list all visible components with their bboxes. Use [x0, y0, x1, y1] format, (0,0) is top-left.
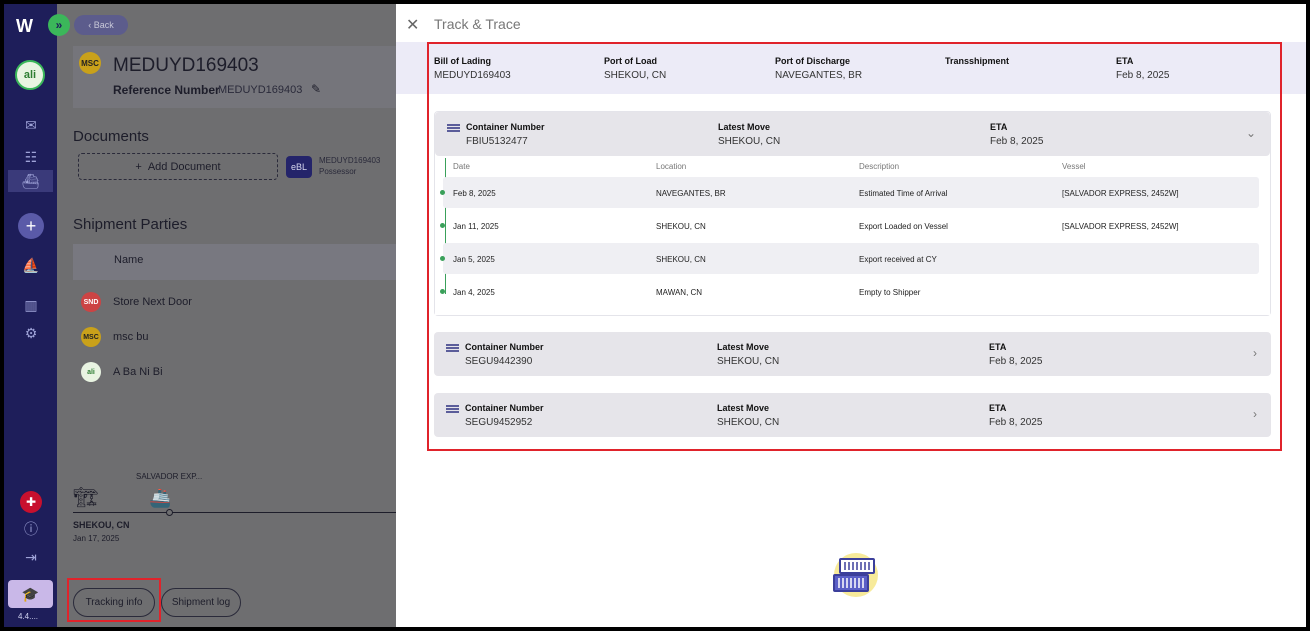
party-avatar: SND: [81, 292, 101, 312]
party-row[interactable]: ali A Ba Ni Bi: [81, 362, 163, 382]
ebl-document-id: MEDUYD169403: [319, 156, 381, 165]
cargo-ship-icon: 🚢: [149, 488, 172, 508]
route-dot: [166, 509, 173, 516]
name-column-header: Name: [114, 254, 144, 266]
close-icon[interactable]: ✕: [406, 15, 419, 35]
ship-icon[interactable]: ⛵: [20, 254, 42, 276]
ebl-role: Possessor: [319, 167, 357, 176]
shipment-log-button[interactable]: Shipment log: [161, 588, 241, 617]
nav-rail: W » ali ✉ ☷ ⛴ + ⛵ ▥ ⚙ ✚ ⓘ ⇥ 🎓 4.4....: [4, 4, 70, 627]
back-label: Back: [93, 20, 114, 30]
school-icon[interactable]: 🎓: [8, 580, 53, 608]
highlight-box-tracking: [67, 578, 161, 622]
logout-icon[interactable]: ⇥: [20, 546, 42, 568]
highlight-box-track-trace: [427, 42, 1282, 451]
app-logo: W: [16, 16, 33, 36]
party-name: A Ba Ni Bi: [113, 366, 163, 378]
route-date: Jan 17, 2025: [73, 534, 120, 543]
expand-rail-icon[interactable]: »: [48, 14, 70, 36]
carrier-logo: MSC: [79, 52, 101, 74]
drawer-title: Track & Trace: [434, 16, 521, 32]
route-line: [73, 512, 396, 513]
party-name: Store Next Door: [113, 296, 192, 308]
plus-icon: +: [135, 160, 142, 173]
reference-value: MEDUYD169403: [218, 84, 303, 96]
edit-pencil-icon[interactable]: ✎: [311, 82, 321, 96]
add-document-label: Add Document: [147, 160, 221, 173]
reports-icon[interactable]: ▥: [20, 294, 42, 316]
shipment-detail-page: ‹ Back MSC MEDUYD169403 Reference Number…: [57, 4, 396, 627]
add-document-button[interactable]: + Add Document: [78, 153, 278, 180]
back-button[interactable]: ‹ Back: [74, 15, 128, 35]
bl-number-title: MEDUYD169403: [113, 55, 259, 76]
reference-label: Reference Number: [113, 83, 220, 97]
port-crane-icon: 🏗: [73, 487, 99, 509]
documents-title: Documents: [73, 128, 149, 145]
parties-title: Shipment Parties: [73, 216, 188, 233]
version-label: 4.4....: [18, 612, 39, 621]
info-icon[interactable]: ⓘ: [20, 518, 42, 540]
shipments-icon[interactable]: ⛴: [8, 170, 53, 192]
add-icon[interactable]: +: [18, 213, 44, 239]
shipping-container-icon: [833, 553, 878, 597]
org-avatar[interactable]: ali: [15, 60, 45, 90]
group-icon[interactable]: ☷: [20, 146, 42, 168]
uk-flag-icon[interactable]: ✚: [20, 491, 42, 513]
route-vessel-label: SALVADOR EXP...: [136, 472, 203, 481]
party-avatar: ali: [81, 362, 101, 382]
party-name: msc bu: [113, 331, 149, 343]
route-port: SHEKOU, CN: [73, 520, 130, 530]
ebl-badge[interactable]: eBL: [286, 156, 312, 178]
mail-icon[interactable]: ✉: [20, 114, 42, 136]
party-row[interactable]: MSC msc bu: [81, 327, 148, 347]
party-avatar: MSC: [81, 327, 101, 347]
settings-icon[interactable]: ⚙: [20, 322, 42, 344]
party-row[interactable]: SND Store Next Door: [81, 292, 192, 312]
